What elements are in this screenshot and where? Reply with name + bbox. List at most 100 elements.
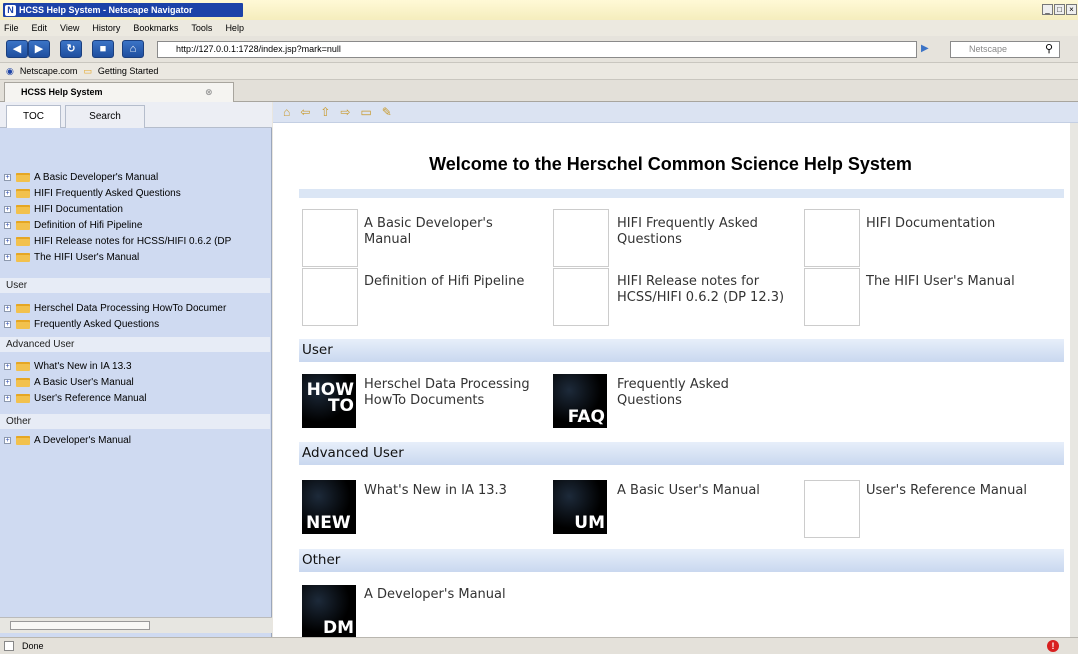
menu-view[interactable]: View: [60, 23, 79, 33]
new-icon[interactable]: NEW: [302, 480, 356, 534]
expand-icon[interactable]: +: [4, 321, 11, 328]
doc-link[interactable]: HIFI Documentation: [866, 216, 1066, 232]
home-button[interactable]: ⌂: [122, 40, 144, 58]
expand-icon[interactable]: +: [4, 395, 11, 402]
expand-icon[interactable]: +: [4, 254, 11, 261]
toc-item[interactable]: + HIFI Documentation: [0, 202, 272, 217]
doc-link[interactable]: User's Reference Manual: [866, 483, 1066, 499]
back-button[interactable]: ◀: [6, 40, 28, 58]
section-header-other: Other: [299, 549, 1064, 572]
toc-item[interactable]: + Herschel Data Processing HowTo Documer: [0, 301, 272, 316]
sync-icon[interactable]: ✎: [382, 105, 392, 119]
maximize-button[interactable]: □: [1054, 4, 1065, 15]
doc-link[interactable]: A Developer's Manual: [364, 587, 564, 603]
expand-icon[interactable]: +: [4, 190, 11, 197]
print-icon[interactable]: ▭: [360, 105, 371, 119]
navigation-toolbar: ◀ ▶ ↻ ■ ⌂ http://127.0.0.1:1728/index.js…: [0, 36, 1078, 63]
book-icon: [16, 237, 30, 246]
search-input[interactable]: Netscape: [950, 41, 1060, 58]
book-icon: [16, 173, 30, 182]
toc-item[interactable]: + User's Reference Manual: [0, 391, 272, 406]
expand-icon[interactable]: +: [4, 238, 11, 245]
url-bar[interactable]: http://127.0.0.1:1728/index.jsp?mark=nul…: [157, 41, 917, 58]
faq-icon[interactable]: FAQ: [553, 374, 607, 428]
um-icon[interactable]: UM: [553, 480, 607, 534]
bookmark-netscape[interactable]: Netscape.com: [20, 66, 78, 76]
doc-link[interactable]: HIFI Frequently Asked Questions: [617, 216, 797, 248]
up-icon[interactable]: ⇧: [320, 105, 330, 119]
search-icon[interactable]: ⚲: [1045, 42, 1053, 55]
toc-item[interactable]: + A Basic User's Manual: [0, 375, 272, 390]
howto-icon[interactable]: HOW TO: [302, 374, 356, 428]
sidebar-horizontal-scrollbar[interactable]: [0, 617, 272, 633]
expand-icon[interactable]: +: [4, 363, 11, 370]
doc-link[interactable]: A Basic User's Manual: [617, 483, 807, 499]
status-page-icon: [4, 641, 14, 651]
reload-button[interactable]: ↻: [60, 40, 82, 58]
dm-icon[interactable]: DM: [302, 585, 356, 638]
back-icon[interactable]: ⇦: [300, 105, 310, 119]
toc-sidebar: TOC Search + A Basic Developer's Manual +…: [0, 102, 272, 637]
toc-item[interactable]: + Frequently Asked Questions: [0, 317, 272, 332]
doc-link[interactable]: Frequently Asked Questions: [617, 377, 797, 409]
book-icon: [16, 436, 30, 445]
status-bar: Done !: [0, 637, 1078, 654]
book-icon: [16, 253, 30, 262]
forward-button[interactable]: ▶: [28, 40, 50, 58]
expand-icon[interactable]: +: [4, 222, 11, 229]
toc-item[interactable]: + Definition of Hifi Pipeline: [0, 218, 272, 233]
doc-thumbnail[interactable]: [553, 268, 609, 326]
bookmarks-toolbar: ◉ Netscape.com ▭ Getting Started: [0, 63, 1078, 80]
expand-icon[interactable]: +: [4, 206, 11, 213]
toc-item[interactable]: + What's New in IA 13.3: [0, 359, 272, 374]
toc-item[interactable]: + HIFI Release notes for HCSS/HIFI 0.6.2 …: [0, 234, 272, 249]
doc-thumbnail[interactable]: [302, 268, 358, 326]
close-button[interactable]: ×: [1066, 4, 1077, 15]
tab-hcss-help[interactable]: HCSS Help System ⊗: [4, 82, 234, 102]
toc-item[interactable]: + HIFI Frequently Asked Questions: [0, 186, 272, 201]
doc-link[interactable]: A Basic Developer's Manual: [364, 216, 544, 248]
doc-thumbnail[interactable]: [553, 209, 609, 267]
expand-icon[interactable]: +: [4, 305, 11, 312]
forward-icon[interactable]: ⇨: [340, 105, 350, 119]
book-icon: [16, 362, 30, 371]
tab-search[interactable]: Search: [65, 105, 145, 128]
go-icon[interactable]: ▶: [921, 43, 929, 54]
menu-file[interactable]: File: [4, 23, 19, 33]
toc-item[interactable]: + A Basic Developer's Manual: [0, 170, 272, 185]
doc-thumbnail[interactable]: [804, 480, 860, 538]
content-vertical-scrollbar[interactable]: [1070, 123, 1078, 637]
scroll-thumb[interactable]: [10, 621, 150, 630]
title-bar: N HCSS Help System - Netscape Navigator …: [0, 0, 1078, 20]
menu-tools[interactable]: Tools: [191, 23, 212, 33]
book-icon: [16, 304, 30, 313]
doc-link[interactable]: The HIFI User's Manual: [866, 274, 1066, 290]
expand-icon[interactable]: +: [4, 379, 11, 386]
window-title-box: N HCSS Help System - Netscape Navigator: [3, 3, 243, 17]
expand-icon[interactable]: +: [4, 174, 11, 181]
doc-thumbnail[interactable]: [804, 209, 860, 267]
home-icon[interactable]: ⌂: [283, 105, 290, 119]
toc-item[interactable]: + The HIFI User's Manual: [0, 250, 272, 265]
tab-close-icon[interactable]: ⊗: [205, 83, 213, 101]
doc-link[interactable]: Herschel Data Processing HowTo Documents: [364, 377, 554, 409]
menu-bookmarks[interactable]: Bookmarks: [133, 23, 178, 33]
tab-toc[interactable]: TOC: [6, 105, 61, 128]
alert-icon[interactable]: !: [1047, 640, 1059, 652]
stop-button[interactable]: ■: [92, 40, 114, 58]
menu-help[interactable]: Help: [225, 23, 244, 33]
toc-item[interactable]: + A Developer's Manual: [0, 433, 272, 448]
bookmark-getting-started[interactable]: Getting Started: [98, 66, 159, 76]
doc-thumbnail[interactable]: [302, 209, 358, 267]
menu-history[interactable]: History: [92, 23, 120, 33]
doc-link[interactable]: Definition of Hifi Pipeline: [364, 274, 564, 290]
doc-link[interactable]: HIFI Release notes for HCSS/HIFI 0.6.2 (…: [617, 274, 807, 306]
search-placeholder: Netscape: [969, 44, 1008, 54]
minimize-button[interactable]: _: [1042, 4, 1053, 15]
doc-thumbnail[interactable]: [804, 268, 860, 326]
doc-link[interactable]: What's New in IA 13.3: [364, 483, 554, 499]
url-text: http://127.0.0.1:1728/index.jsp?mark=nul…: [176, 44, 341, 54]
expand-icon[interactable]: +: [4, 437, 11, 444]
sidebar-tabs: TOC Search: [0, 102, 272, 128]
menu-edit[interactable]: Edit: [32, 23, 48, 33]
